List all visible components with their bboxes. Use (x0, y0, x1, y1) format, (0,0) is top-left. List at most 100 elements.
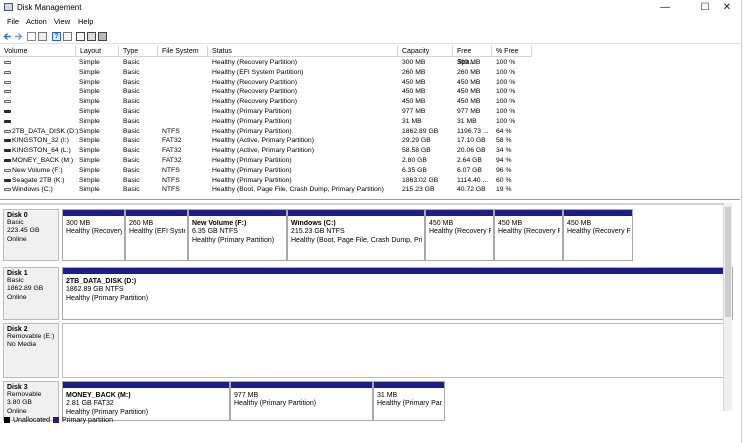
primary-partition-bar (564, 210, 632, 216)
cell-percent-free: 96 % (496, 166, 512, 174)
partition-block[interactable]: 260 MB Healthy (EFI Syste (125, 209, 188, 261)
partition-block[interactable]: Windows (C:) 215.23 GB NTFS Healthy (Boot,… (287, 209, 425, 261)
cell-free-space: 450 MB (457, 78, 481, 86)
disk-properties-icon[interactable] (87, 32, 96, 41)
volume-row[interactable]: Simple Basic Healthy (Primary Partition) 97… (0, 107, 740, 117)
column-header-free-space[interactable]: Free Spa... (453, 46, 492, 66)
refresh-disks-icon[interactable] (98, 32, 107, 41)
partition-info: 977 MB Healthy (Primary Partition) (234, 392, 370, 409)
primary-partition-bar (63, 382, 229, 388)
menu-view[interactable]: View (54, 17, 70, 26)
volume-row[interactable]: MONEY_BACK (M:) Simple Basic FAT32 Healthy (… (0, 156, 740, 166)
volume-row[interactable]: Simple Basic Healthy (Recovery Partition) 4… (0, 78, 740, 88)
column-header-status[interactable]: Status (208, 46, 398, 57)
volume-row[interactable]: Simple Basic Healthy (Recovery Partition) 4… (0, 97, 740, 107)
partition-info: MONEY_BACK (M:) 2.81 GB FAT32 Healthy (Pri… (66, 392, 227, 417)
volume-row[interactable]: Windows (C:) Simple Basic NTFS Healthy (Boot… (0, 185, 740, 195)
volume-row[interactable]: New Volume (F:) Simple Basic NTFS Healthy (P… (0, 166, 740, 176)
partition-block[interactable]: 450 MB Healthy (Recovery P (494, 209, 563, 261)
vertical-scrollbar[interactable] (723, 203, 732, 411)
minimize-button[interactable]: — (650, 0, 680, 15)
volume-row[interactable]: KINGSTON_32 (I:) Simple Basic FAT32 Healthy … (0, 136, 740, 146)
volume-row[interactable]: Simple Basic Healthy (Recovery Partition) 4… (0, 87, 740, 97)
check-icon[interactable] (76, 32, 85, 41)
title-bar[interactable]: Disk Management — ☐ ✕ (0, 0, 741, 15)
cell-type: Basic (123, 127, 140, 135)
cell-capacity: 31 MB (402, 117, 422, 125)
cell-percent-free: 94 % (496, 157, 512, 164)
properties-icon[interactable] (38, 32, 47, 41)
column-header-layout[interactable]: Layout (76, 46, 119, 57)
cell-percent-free: 58 % (496, 137, 512, 145)
partition-block[interactable]: 300 MB Healthy (Recovery (62, 209, 125, 261)
volume-row[interactable]: Simple Basic Healthy (Primary Partition) 31… (0, 117, 740, 127)
partition-info: 2TB_DATA_DISK (D:) 1862.89 GB NTFS Healthy… (66, 278, 730, 303)
volume-row[interactable]: Seagate 2TB (K:) Simple Basic NTFS Healthy (… (0, 176, 740, 186)
cell-type: Basic (123, 166, 140, 174)
cell-volume: KINGSTON_32 (I:) (12, 137, 69, 145)
volume-row[interactable]: 2TB_DATA_DISK (D:) Simple Basic NTFS Healthy… (0, 127, 740, 137)
volume-drive-icon (4, 80, 11, 84)
partition-detail: 31 MB (377, 392, 398, 399)
window-title: Disk Management (17, 3, 82, 12)
disk-label[interactable]: Disk 1 Basic 1862.89 GB Online (3, 267, 59, 320)
volume-row[interactable]: Simple Basic Healthy (EFI System Partition… (0, 68, 740, 78)
cell-type: Basic (123, 147, 140, 155)
vertical-scrollbar-thumb[interactable] (725, 207, 731, 317)
partition-block[interactable]: 450 MB Healthy (Recovery P (425, 209, 494, 261)
partition-block[interactable]: 450 MB Healthy (Recovery P (563, 209, 633, 261)
volume-drive-icon (4, 119, 11, 123)
cell-percent-free: 64 % (496, 127, 512, 135)
partition-name: Windows (C:) (291, 220, 336, 227)
forward-arrow-icon[interactable] (14, 32, 23, 41)
partition-detail: 977 MB (234, 392, 259, 399)
help-topic-icon[interactable] (63, 32, 72, 41)
menu-action[interactable]: Action (26, 17, 47, 26)
partition-block[interactable]: New Volume (F:) 6.35 GB NTFS Healthy (Prim… (188, 209, 287, 261)
cell-capacity: 977 MB (402, 108, 426, 115)
cell-capacity: 2.80 GB (402, 157, 427, 164)
close-button[interactable]: ✕ (712, 0, 742, 15)
primary-partition-bar (426, 210, 493, 216)
volume-list: Volume Layout Type File System Status Ca… (0, 46, 740, 200)
column-header-volume[interactable]: Volume (0, 46, 76, 57)
volume-row[interactable]: Simple Basic Healthy (Recovery Partition) 3… (0, 58, 740, 68)
disk-row: Disk 0 Basic 223.45 GB Online 300 MB Healthy … (3, 209, 731, 261)
partition-info: New Volume (F:) 6.35 GB NTFS Healthy (Prim… (192, 220, 284, 245)
menu-help[interactable]: Help (78, 17, 93, 26)
column-header-type[interactable]: Type (119, 46, 158, 57)
background-window-edge (742, 0, 750, 443)
cell-percent-free: 100 % (496, 108, 516, 115)
disk-label[interactable]: Disk 0 Basic 223.45 GB Online (3, 209, 59, 261)
partition-name: New Volume (F:) (192, 220, 247, 227)
disk-size: 3.80 GB (7, 399, 32, 407)
partition-block[interactable]: 2TB_DATA_DISK (D:) 1862.89 GB NTFS Healthy… (62, 267, 733, 320)
disk-label[interactable]: Disk 2 Removable (E:) No Media (3, 323, 59, 378)
cell-free-space: 260 MB (457, 68, 481, 76)
primary-partition-bar (374, 382, 444, 388)
partition-info: 450 MB Healthy (Recovery P (498, 220, 560, 237)
partition-info: 450 MB Healthy (Recovery P (429, 220, 491, 237)
cell-capacity: 6.35 GB (402, 166, 427, 174)
show-hide-console-tree-icon[interactable] (27, 32, 36, 41)
volume-row[interactable]: KINGSTON_64 (L:) Simple Basic FAT32 Healthy … (0, 146, 740, 156)
cell-percent-free: 100 % (496, 98, 516, 106)
back-arrow-icon[interactable] (3, 32, 12, 41)
cell-status: Healthy (Active, Primary Partition) (212, 147, 314, 155)
cell-layout: Simple (79, 98, 100, 106)
column-header-file-system[interactable]: File System (158, 46, 208, 57)
cell-file-system: FAT32 (162, 147, 182, 155)
column-header-percent-free[interactable]: % Free (492, 46, 532, 57)
column-header-capacity[interactable]: Capacity (398, 46, 453, 57)
cell-status: Healthy (Primary Partition) (212, 157, 292, 164)
volume-drive-icon (4, 168, 11, 172)
toolbar: ? (0, 30, 740, 44)
cell-free-space: 1114.40 ... (457, 176, 489, 184)
cell-free-space: 20.06 GB (457, 147, 486, 155)
cell-status: Healthy (Primary Partition) (212, 108, 292, 115)
cell-free-space: 2.64 GB (457, 157, 482, 164)
menu-file[interactable]: File (7, 17, 19, 26)
help-icon[interactable]: ? (52, 32, 61, 41)
disk-size: 223.45 GB (7, 227, 40, 235)
partition-detail: 6.35 GB NTFS (192, 228, 238, 236)
